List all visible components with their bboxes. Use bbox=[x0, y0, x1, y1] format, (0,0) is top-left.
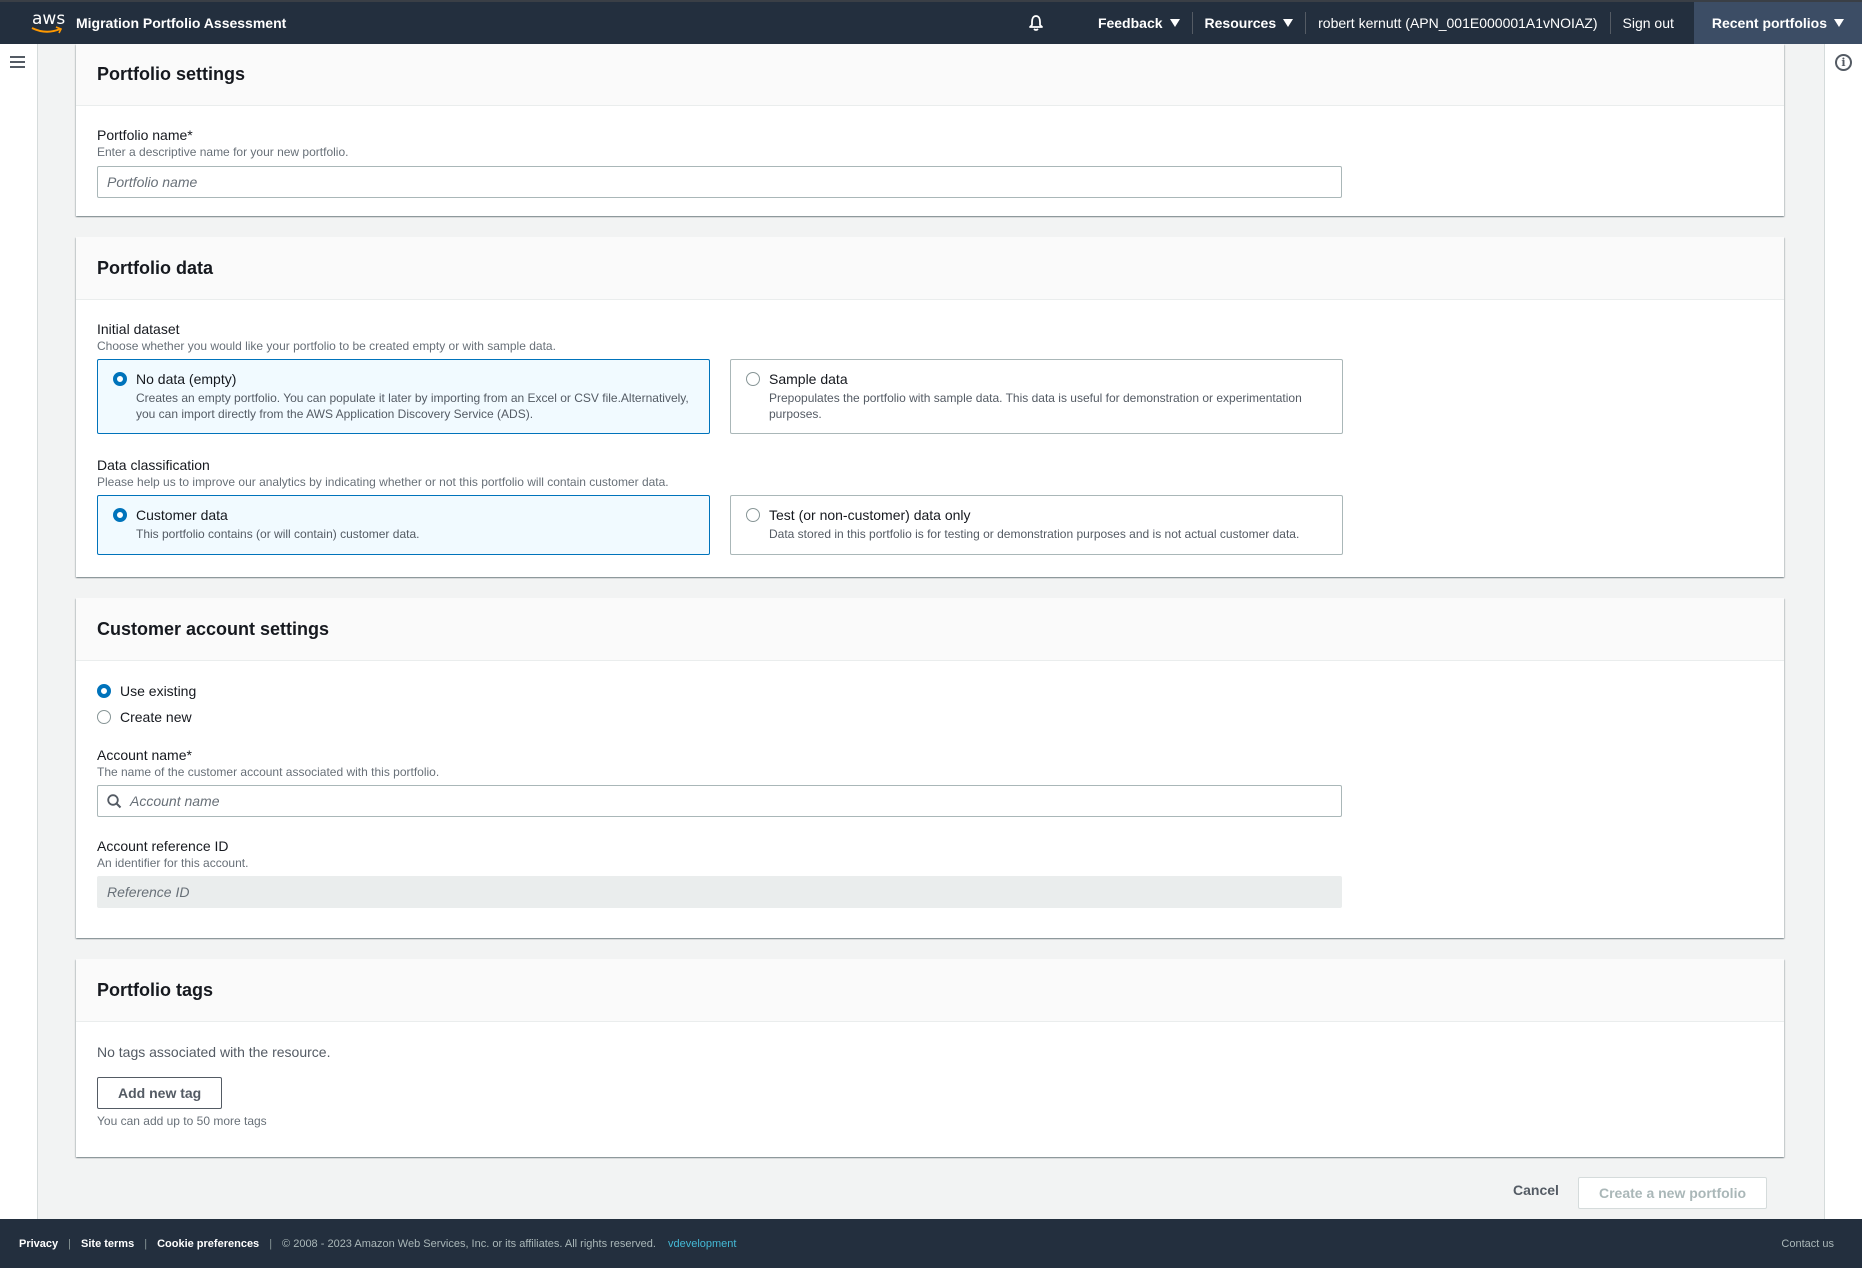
data-classification-label: Data classification bbox=[97, 457, 210, 473]
reference-id-input[interactable]: Reference ID bbox=[97, 876, 1342, 908]
tile-title: Test (or non-customer) data only bbox=[769, 507, 971, 523]
radio-button[interactable] bbox=[97, 710, 111, 724]
environment-label: vdevelopment bbox=[667, 1237, 737, 1250]
customer-account-settings-panel: Customer account settings Use existing C… bbox=[76, 598, 1784, 938]
account-name-search-input[interactable]: Account name bbox=[97, 785, 1342, 817]
placeholder-text: Account name bbox=[130, 793, 220, 809]
tile-customer-data[interactable]: Customer data This portfolio contains (o… bbox=[97, 495, 710, 555]
menu-icon[interactable] bbox=[10, 56, 25, 68]
user-account[interactable]: robert kernutt (APN_001E000001A1vNOIAZ) bbox=[1306, 12, 1609, 34]
radio-use-existing[interactable]: Use existing bbox=[97, 678, 1763, 704]
account-name-description: The name of the customer account associa… bbox=[97, 765, 440, 779]
data-classification-description: Please help us to improve our analytics … bbox=[97, 475, 669, 489]
portfolio-tags-panel: Portfolio tags No tags associated with t… bbox=[76, 959, 1784, 1157]
tile-sample-data[interactable]: Sample data Prepopulates the portfolio w… bbox=[730, 359, 1343, 434]
add-new-tag-button[interactable]: Add new tag bbox=[97, 1077, 223, 1109]
divider: | bbox=[144, 1237, 148, 1250]
privacy-link[interactable]: Privacy bbox=[19, 1238, 58, 1250]
tile-test-data[interactable]: Test (or non-customer) data only Data st… bbox=[730, 495, 1343, 555]
radio-button[interactable] bbox=[97, 684, 111, 698]
cookie-preferences-link[interactable]: Cookie preferences bbox=[157, 1238, 259, 1250]
account-name-label: Account name* bbox=[97, 747, 192, 763]
portfolio-name-label: Portfolio name* bbox=[97, 127, 193, 143]
divider: | bbox=[269, 1237, 273, 1250]
initial-dataset-label: Initial dataset bbox=[97, 321, 180, 337]
create-portfolio-button[interactable]: Create a new portfolio bbox=[1578, 1177, 1767, 1209]
tag-limit-text: You can add up to 50 more tags bbox=[97, 1114, 267, 1128]
tile-description: Data stored in this portfolio is for tes… bbox=[769, 527, 1300, 541]
tile-description: Creates an empty portfolio. You can popu… bbox=[136, 391, 689, 421]
radio-test-data[interactable] bbox=[746, 508, 760, 522]
panel-title: Customer account settings bbox=[76, 598, 1784, 661]
aws-logo-icon: aws bbox=[30, 10, 65, 36]
info-icon[interactable]: i bbox=[1835, 54, 1852, 71]
tile-description: Prepopulates the portfolio with sample d… bbox=[769, 391, 1302, 421]
radio-label: Use existing bbox=[120, 683, 197, 699]
radio-label: Create new bbox=[120, 709, 192, 725]
no-tags-message: No tags associated with the resource. bbox=[97, 1044, 331, 1060]
notifications-bell-icon[interactable] bbox=[1026, 13, 1046, 33]
search-icon bbox=[107, 793, 122, 809]
reference-id-label: Account reference ID bbox=[97, 838, 229, 854]
copyright-text: © 2008 - 2023 Amazon Web Services, Inc. … bbox=[282, 1237, 656, 1250]
portfolio-name-input[interactable]: Portfolio name bbox=[97, 166, 1342, 198]
contact-us-link[interactable]: Contact us bbox=[1781, 1238, 1834, 1250]
caret-down-icon bbox=[1169, 19, 1180, 27]
caret-down-icon bbox=[1834, 19, 1844, 27]
cancel-button[interactable]: Cancel bbox=[1513, 1182, 1559, 1198]
feedback-menu[interactable]: Feedback bbox=[1086, 12, 1192, 34]
left-navigation-rail bbox=[0, 44, 38, 1219]
panel-title: Portfolio settings bbox=[76, 44, 1784, 106]
initial-dataset-tiles: No data (empty) Creates an empty portfol… bbox=[97, 359, 1763, 434]
tile-title: No data (empty) bbox=[136, 371, 237, 387]
panel-title: Portfolio tags bbox=[76, 959, 1784, 1022]
tile-no-data[interactable]: No data (empty) Creates an empty portfol… bbox=[97, 359, 710, 434]
right-tools-rail: i bbox=[1824, 44, 1862, 1219]
divider: | bbox=[68, 1237, 72, 1250]
reference-id-description: An identifier for this account. bbox=[97, 856, 249, 870]
panel-title: Portfolio data bbox=[76, 237, 1784, 300]
radio-customer-data[interactable] bbox=[113, 508, 127, 522]
brand[interactable]: aws Migration Portfolio Assessment bbox=[0, 2, 286, 44]
tile-title: Sample data bbox=[769, 371, 848, 387]
initial-dataset-description: Choose whether you would like your portf… bbox=[97, 339, 556, 353]
radio-create-new[interactable]: Create new bbox=[97, 704, 1763, 730]
site-terms-link[interactable]: Site terms bbox=[81, 1238, 134, 1250]
sign-out-link[interactable]: Sign out bbox=[1611, 12, 1686, 34]
radio-sample-data[interactable] bbox=[746, 372, 760, 386]
recent-portfolios-menu[interactable]: Recent portfolios bbox=[1693, 2, 1862, 44]
top-navigation: aws Migration Portfolio Assessment Feedb… bbox=[0, 0, 1862, 44]
footer: Privacy | Site terms | Cookie preference… bbox=[0, 1219, 1862, 1268]
tile-description: This portfolio contains (or will contain… bbox=[136, 527, 420, 541]
app-title: Migration Portfolio Assessment bbox=[76, 15, 287, 31]
portfolio-name-description: Enter a descriptive name for your new po… bbox=[97, 145, 349, 159]
caret-down-icon bbox=[1283, 19, 1294, 27]
radio-no-data[interactable] bbox=[113, 372, 127, 386]
resources-menu[interactable]: Resources bbox=[1193, 12, 1306, 34]
portfolio-settings-panel: Portfolio settings Portfolio name* Enter… bbox=[76, 44, 1784, 216]
tile-title: Customer data bbox=[136, 507, 228, 523]
data-classification-tiles: Customer data This portfolio contains (o… bbox=[97, 495, 1763, 555]
portfolio-data-panel: Portfolio data Initial dataset Choose wh… bbox=[76, 237, 1784, 577]
